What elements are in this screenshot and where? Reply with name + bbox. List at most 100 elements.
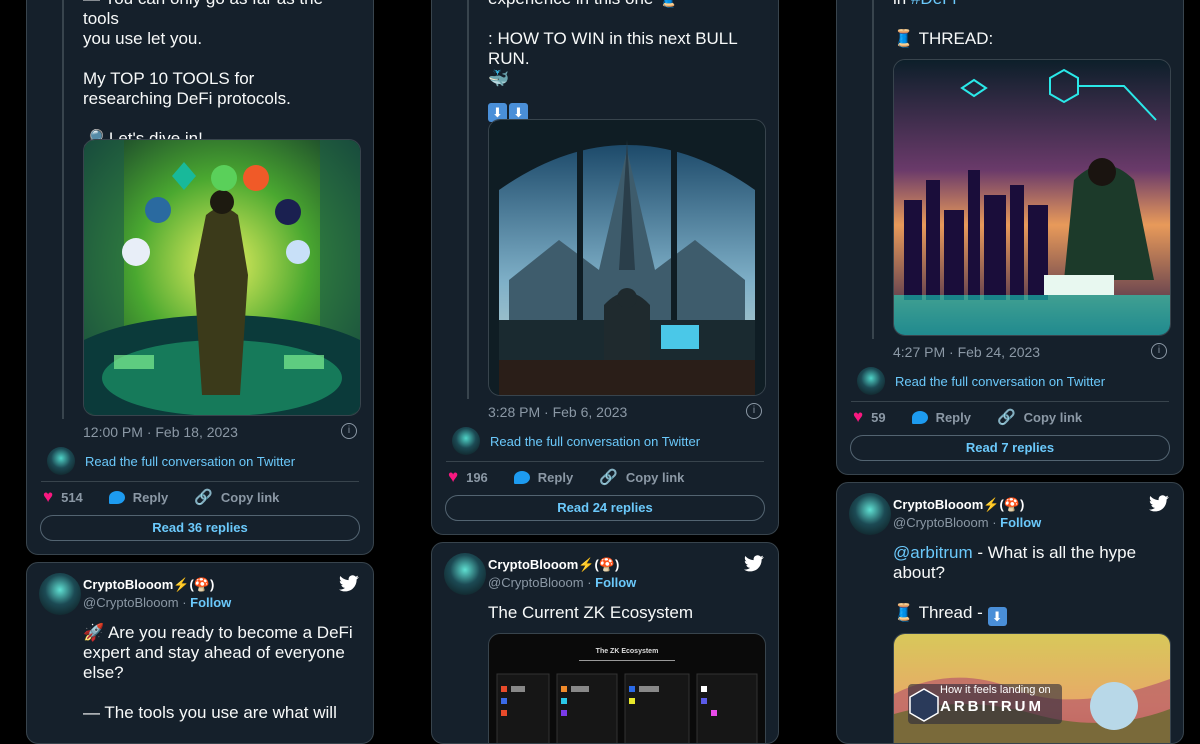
copy-link-label: Copy link (220, 489, 280, 505)
author-handle-row: @CryptoBlooom · Follow (83, 595, 231, 610)
tweet-card-6: CryptoBlooom⚡(🍄) @CryptoBlooom · Follow … (836, 482, 1184, 744)
copy-link-button[interactable]: 🔗 Copy link (997, 408, 1082, 426)
tweet-timestamp[interactable]: 4:27 PM · Feb 24, 2023 (893, 344, 1040, 360)
reply-label: Reply (132, 489, 169, 505)
avatar[interactable] (39, 573, 81, 615)
image-brand: ARBITRUM (940, 698, 1044, 715)
reply-icon (108, 490, 125, 504)
avatar[interactable] (444, 553, 486, 595)
author-handle-row: @CryptoBlooom · Follow (893, 515, 1041, 530)
tweet-text-line: @arbitrum - What is all the hype about? (893, 543, 1143, 583)
follow-button[interactable]: Follow (1000, 515, 1041, 530)
twitter-bird-icon[interactable] (1149, 495, 1169, 512)
tweet-text-line: : HOW TO WIN in this next BULL RUN. (488, 29, 738, 68)
tweet-timestamp[interactable]: 3:28 PM · Feb 6, 2023 (488, 404, 627, 420)
thread-line (62, 0, 64, 419)
heart-icon: ♥ (43, 487, 54, 506)
tweet-text: 🚀 Are you ready to become a DeFi expert … (83, 623, 359, 723)
link-icon: 🔗 (194, 489, 213, 506)
tweet-image-thread[interactable] (893, 59, 1171, 336)
mention-link[interactable]: @arbitrum (893, 543, 973, 562)
copy-link-button[interactable]: 🔗 Copy link (194, 488, 279, 506)
twitter-bird-icon[interactable] (744, 555, 764, 572)
tweet-text-line: My TOP 10 TOOLS for researching DeFi pro… (83, 69, 291, 108)
reply-label: Reply (935, 409, 971, 425)
read-conversation-link[interactable]: Read the full conversation on Twitter (47, 447, 359, 475)
tweet-text: in #DeFi 🧵 THREAD: (893, 0, 1169, 49)
tweet-actions: ♥ 514 Reply 🔗 Copy link (43, 487, 359, 507)
tweet-text-fragment: 🧵 Thread - (893, 603, 988, 622)
tweet-timestamp[interactable]: 12:00 PM · Feb 18, 2023 (83, 424, 238, 440)
tweet-text-line: 🧵 THREAD: (893, 29, 994, 48)
author-name[interactable]: CryptoBlooom⚡(🍄) (893, 497, 1024, 513)
image-art (496, 673, 758, 743)
tweet-text: — You can only go as far as the tools yo… (83, 0, 359, 149)
read-replies-button[interactable]: Read 36 replies (40, 515, 360, 541)
tweet-header: CryptoBlooom⚡(🍄) @CryptoBlooom · Follow (444, 553, 766, 597)
like-count: 59 (871, 409, 886, 425)
tweet-image-zk-ecosystem[interactable]: The ZK Ecosystem (488, 633, 766, 743)
thread-line (467, 0, 469, 399)
follow-button[interactable]: Follow (190, 595, 231, 610)
tweet-text: experience in this one 🧵 : HOW TO WIN in… (488, 0, 764, 122)
separator-dot: · (583, 575, 596, 590)
copy-link-button[interactable]: 🔗 Copy link (599, 468, 684, 486)
tweet-text-line: 🚀 Are you ready to become a DeFi (83, 623, 353, 642)
tweet-card-4: CryptoBlooom⚡(🍄) @CryptoBlooom · Follow … (26, 562, 374, 744)
avatar (452, 427, 480, 455)
read-conversation-label: Read the full conversation on Twitter (895, 373, 1106, 389)
tweet-text-line: — The tools you use are what will (83, 703, 337, 722)
like-count: 196 (466, 469, 488, 485)
follow-button[interactable]: Follow (595, 575, 636, 590)
tweet-card-3: in #DeFi 🧵 THREAD: (836, 0, 1184, 475)
read-conversation-link[interactable]: Read the full conversation on Twitter (452, 427, 764, 455)
author-name[interactable]: CryptoBlooom⚡(🍄) (83, 577, 214, 593)
heart-icon: ♥ (853, 407, 864, 426)
tweet-header: CryptoBlooom⚡(🍄) @CryptoBlooom · Follow (39, 573, 361, 617)
author-handle-row: @CryptoBlooom · Follow (488, 575, 636, 590)
tweet-text-line: you use let you. (83, 29, 203, 48)
tweet-text-fragment: in (893, 0, 911, 8)
tweet-text-line: experience in this one 🧵 (488, 0, 764, 9)
info-icon[interactable]: i (1151, 343, 1167, 359)
avatar (47, 447, 75, 475)
tweet-image-arbitrum[interactable]: How it feels landing on ARBITRUM (893, 633, 1171, 743)
heart-icon: ♥ (448, 467, 459, 486)
tweet-actions: ♥ 196 Reply 🔗 Copy link (448, 467, 764, 487)
image-art (894, 60, 1170, 335)
like-button[interactable]: ♥ 514 (43, 487, 83, 507)
tweet-image-bull-run[interactable] (488, 119, 766, 396)
like-button[interactable]: ♥ 59 (853, 407, 886, 427)
tweet-text-line: — You can only go as far as the tools (83, 0, 323, 28)
tweet-text-line: 🐳 (488, 69, 510, 88)
down-arrow-emoji: ⬇ (987, 607, 1007, 626)
read-replies-button[interactable]: Read 7 replies (850, 435, 1170, 461)
read-replies-button[interactable]: Read 24 replies (445, 495, 765, 521)
tweet-header: CryptoBlooom⚡(🍄) @CryptoBlooom · Follow (849, 493, 1171, 537)
author-handle[interactable]: @CryptoBlooom (488, 575, 584, 590)
link-icon: 🔗 (599, 469, 618, 486)
read-conversation-label: Read the full conversation on Twitter (85, 453, 296, 469)
reply-button[interactable]: Reply (513, 470, 573, 485)
image-art (84, 140, 360, 415)
link-icon: 🔗 (996, 409, 1016, 426)
author-handle[interactable]: @CryptoBlooom (893, 515, 989, 530)
author-handle[interactable]: @CryptoBlooom (83, 595, 179, 610)
like-count: 514 (61, 489, 83, 505)
reply-button[interactable]: Reply (911, 409, 971, 425)
divider (41, 481, 359, 482)
tweet-image-defi-tools[interactable] (83, 139, 361, 416)
tweet-text: The Current ZK Ecosystem (488, 603, 694, 622)
hashtag-link[interactable]: #DeFi (911, 0, 956, 8)
read-conversation-label: Read the full conversation on Twitter (490, 433, 701, 449)
twitter-bird-icon[interactable] (339, 575, 359, 592)
avatar[interactable] (849, 493, 891, 535)
info-icon[interactable]: i (746, 403, 762, 419)
author-name[interactable]: CryptoBlooom⚡(🍄) (488, 557, 619, 573)
tweet-text-line: in #DeFi (893, 0, 1169, 9)
info-icon[interactable]: i (341, 423, 357, 439)
like-button[interactable]: ♥ 196 (448, 467, 488, 487)
reply-icon (911, 410, 928, 424)
reply-button[interactable]: Reply (108, 489, 169, 505)
read-conversation-link[interactable]: Read the full conversation on Twitter (857, 367, 1169, 395)
